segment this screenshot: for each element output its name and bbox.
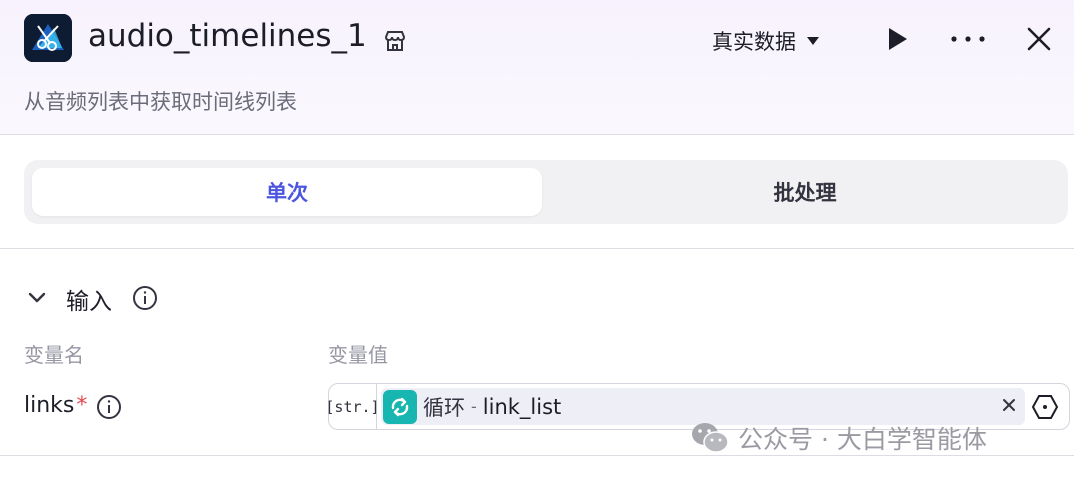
video-editor-app-icon — [24, 14, 72, 62]
info-icon[interactable] — [96, 394, 122, 420]
column-header-name: 变量名 — [24, 343, 84, 367]
type-badge: [str.] — [325, 384, 380, 429]
input-section-title: 输入 — [66, 289, 112, 315]
variable-name: links * — [24, 393, 87, 418]
wechat-icon — [692, 423, 729, 453]
tab-single[interactable]: 单次 — [32, 168, 542, 216]
more-icon[interactable] — [948, 26, 988, 52]
chevron-down-icon[interactable] — [26, 286, 48, 308]
caret-down-icon — [807, 37, 819, 45]
watermark-text: 公众号 · 大白学智能体 — [738, 425, 987, 454]
node-title: audio_timelines_1 — [88, 18, 367, 54]
loop-icon — [383, 389, 417, 424]
data-source-select[interactable]: 真实数据 — [712, 26, 820, 56]
clear-icon[interactable] — [997, 393, 1021, 417]
required-mark: * — [76, 393, 88, 418]
close-icon[interactable] — [1024, 24, 1054, 54]
variable-picker-icon[interactable] — [1031, 393, 1059, 421]
reference-variable-name: link_list — [482, 394, 562, 419]
section-divider — [0, 248, 1074, 249]
node-description: 从音频列表中获取时间线列表 — [24, 90, 297, 114]
node-header: audio_timelines_1 真实数据 从音频列表中获取时间线列表 — [0, 0, 1074, 135]
info-icon[interactable] — [132, 285, 158, 311]
run-mode-tabs: 单次 批处理 — [24, 160, 1068, 224]
play-icon[interactable] — [883, 24, 913, 54]
variable-name-label: links — [24, 393, 75, 418]
bottom-divider — [0, 455, 1074, 456]
store-icon[interactable] — [382, 28, 408, 54]
watermark: 公众号 · 大白学智能体 — [690, 420, 987, 456]
reference-separator: - — [471, 397, 477, 416]
tab-batch[interactable]: 批处理 — [550, 168, 1060, 216]
data-source-label: 真实数据 — [712, 30, 796, 54]
column-header-value: 变量值 — [328, 343, 388, 367]
reference-node-name: 循环 — [423, 395, 465, 420]
